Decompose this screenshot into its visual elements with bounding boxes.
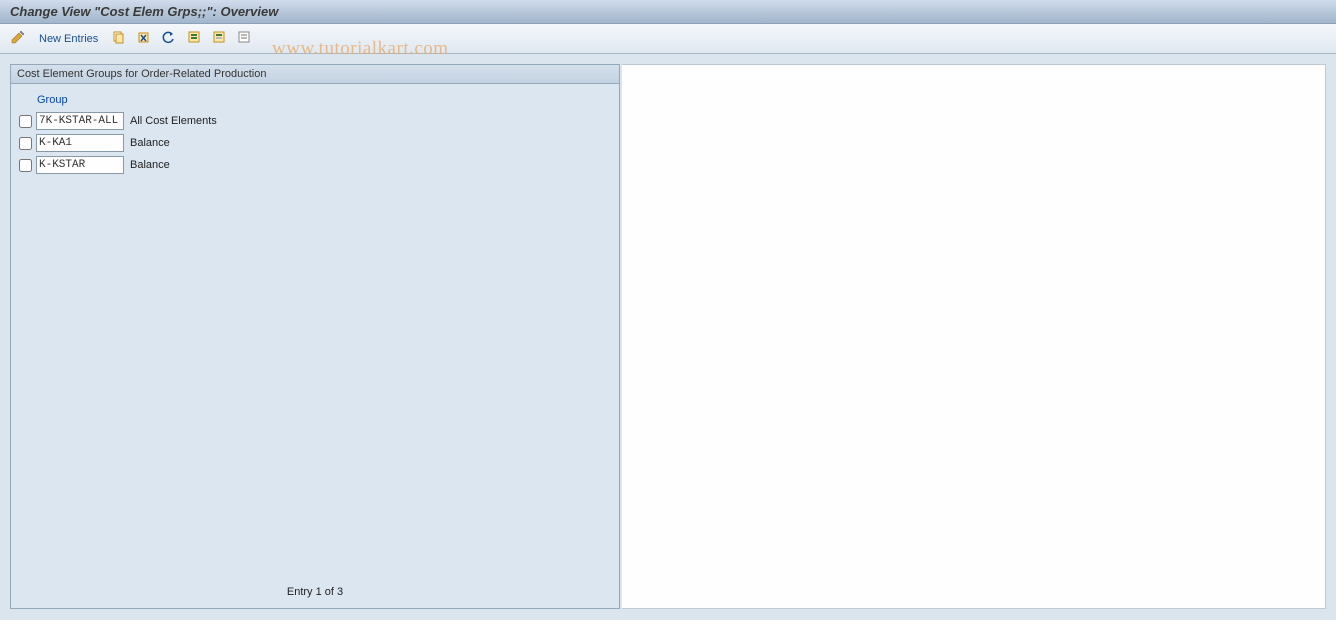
copy-button[interactable] <box>109 29 129 49</box>
toggle-change-button[interactable] <box>8 29 28 49</box>
group-code-input[interactable] <box>36 156 124 174</box>
group-code-input[interactable] <box>36 134 124 152</box>
row-select-checkbox[interactable] <box>19 159 32 172</box>
deselect-all-button[interactable] <box>234 29 254 49</box>
group-description: Balance <box>128 137 170 149</box>
table-row: Balance <box>17 154 613 176</box>
table-body: Group All Cost Elements Balance Balance <box>11 84 619 580</box>
select-all-icon <box>186 29 202 48</box>
title-bar: Change View "Cost Elem Grps;;": Overview <box>0 0 1336 24</box>
panel-title: Cost Element Groups for Order-Related Pr… <box>11 65 619 84</box>
application-toolbar: New Entries <box>0 24 1336 54</box>
group-code-input[interactable] <box>36 112 124 130</box>
table-row: All Cost Elements <box>17 110 613 132</box>
select-block-button[interactable] <box>209 29 229 49</box>
entry-counter: Entry 1 of 3 <box>11 580 619 608</box>
new-entries-button[interactable]: New Entries <box>39 33 98 45</box>
content-area: Cost Element Groups for Order-Related Pr… <box>0 54 1336 619</box>
select-block-icon <box>211 29 227 48</box>
table-panel: Cost Element Groups for Order-Related Pr… <box>10 64 620 609</box>
group-description: All Cost Elements <box>128 115 217 127</box>
table-row: Balance <box>17 132 613 154</box>
undo-button[interactable] <box>159 29 179 49</box>
group-description: Balance <box>128 159 170 171</box>
delete-icon <box>136 29 152 48</box>
undo-icon <box>161 29 177 48</box>
select-all-button[interactable] <box>184 29 204 49</box>
row-select-checkbox[interactable] <box>19 137 32 150</box>
delete-button[interactable] <box>134 29 154 49</box>
page-title: Change View "Cost Elem Grps;;": Overview <box>10 4 278 19</box>
copy-icon <box>111 29 127 48</box>
column-header-group[interactable]: Group <box>17 90 613 110</box>
pencil-icon <box>10 29 26 48</box>
deselect-all-icon <box>236 29 252 48</box>
right-blank-area <box>622 64 1326 609</box>
row-select-checkbox[interactable] <box>19 115 32 128</box>
